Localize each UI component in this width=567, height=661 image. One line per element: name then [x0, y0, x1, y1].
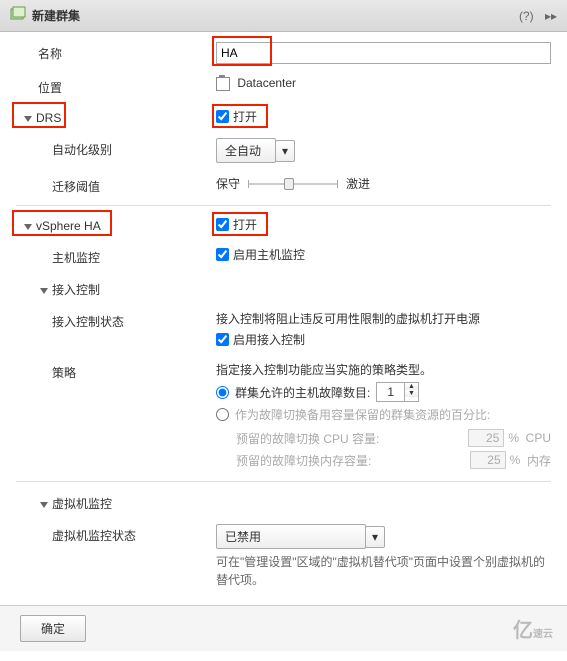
watermark-logo: 亿速云	[503, 614, 553, 643]
expand-icon[interactable]: ▸▸	[545, 9, 557, 23]
admission-enable-checkbox[interactable]: 启用接入控制	[216, 331, 305, 348]
drs-section[interactable]: DRS	[16, 108, 216, 125]
admission-control-desc: 接入控制将阻止违反可用性限制的虚拟机打开电源	[216, 310, 551, 327]
datacenter-icon	[216, 77, 230, 91]
vm-monitoring-desc: 可在"管理设置"区域的"虚拟机替代项"页面中设置个别虚拟机的替代项。	[216, 553, 551, 589]
policy-desc: 指定接入控制功能应当实施的策略类型。	[216, 361, 551, 378]
name-label: 名称	[16, 42, 216, 62]
reserved-cpu-label: 预留的故障切换 CPU 容量:	[236, 430, 464, 447]
automation-level-label: 自动化级别	[16, 138, 216, 158]
location-value: Datacenter	[237, 76, 296, 90]
vm-monitoring-status-label: 虚拟机监控状态	[16, 524, 216, 544]
dialog-footer: 确定 亿速云	[0, 605, 567, 651]
vm-monitoring-select[interactable]: 已禁用 ▾	[216, 524, 385, 549]
cluster-icon	[10, 6, 26, 25]
host-failures-spinner[interactable]: 1 ▲▼	[376, 382, 419, 402]
migration-threshold-slider[interactable]	[248, 183, 338, 185]
reserved-mem-label: 预留的故障切换内存容量:	[236, 452, 466, 469]
dialog-header: 新建群集 (?) ▸▸	[0, 0, 567, 32]
admission-control-section[interactable]: 接入控制	[16, 278, 216, 298]
slider-max-label: 激进	[346, 175, 370, 192]
slider-min-label: 保守	[216, 175, 240, 192]
dialog-body: 名称 位置 Datacenter DRS 打开 自动化级别 全自动 ▾	[0, 32, 567, 605]
migration-threshold-label: 迁移阈值	[16, 175, 216, 195]
reserved-cpu-value: 25	[468, 429, 504, 447]
vm-monitoring-section[interactable]: 虚拟机监控	[16, 492, 216, 512]
name-input[interactable]	[216, 42, 551, 64]
ok-button[interactable]: 确定	[20, 615, 86, 642]
admission-control-status-label: 接入控制状态	[16, 310, 216, 330]
policy-radio2-label: 作为故障切换备用容量保留的群集资源的百分比:	[235, 406, 490, 423]
policy-label: 策略	[16, 361, 216, 381]
policy-radio1-label: 群集允许的主机故障数目:	[235, 384, 370, 401]
chevron-down-icon[interactable]: ▾	[365, 526, 385, 548]
host-monitoring-checkbox[interactable]: 启用主机监控	[216, 246, 305, 263]
vsphere-ha-section[interactable]: vSphere HA	[16, 216, 216, 233]
automation-level-select[interactable]: 全自动 ▾	[216, 138, 295, 163]
location-label: 位置	[16, 76, 216, 96]
help-icon[interactable]: (?)	[519, 9, 534, 23]
reserved-mem-value: 25	[470, 451, 506, 469]
policy-radio-host-failures[interactable]	[216, 386, 229, 399]
drs-enable-checkbox[interactable]: 打开	[216, 108, 257, 125]
host-monitoring-label: 主机监控	[16, 246, 216, 266]
ha-enable-checkbox[interactable]: 打开	[216, 216, 257, 233]
dialog-title: 新建群集	[32, 7, 511, 24]
chevron-down-icon[interactable]: ▾	[275, 140, 295, 162]
policy-radio-percentage[interactable]	[216, 408, 229, 421]
